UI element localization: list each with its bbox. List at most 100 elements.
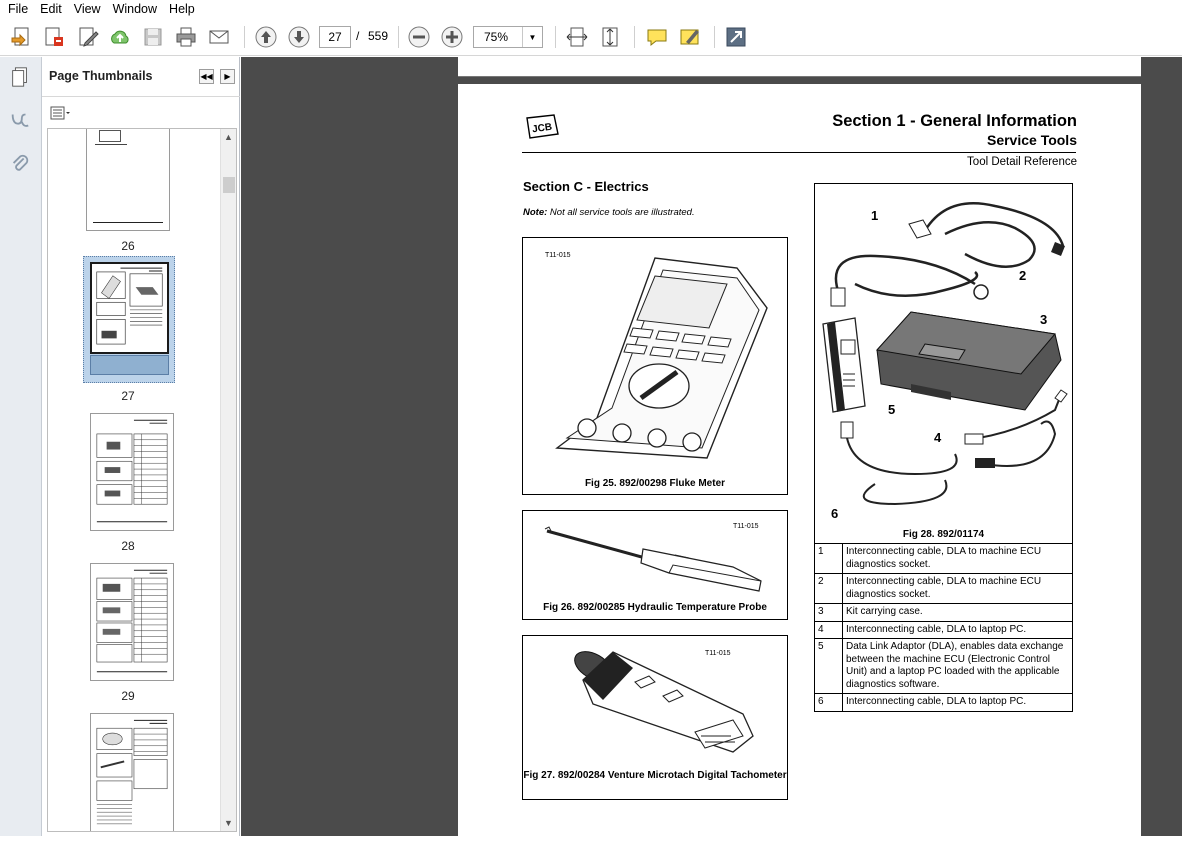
legend-text: Interconnecting cable, DLA to laptop PC. <box>842 620 1073 639</box>
page-thumbnails-icon[interactable] <box>5 62 35 92</box>
figure-caption: Fig 25. 892/00298 Fluke Meter <box>584 478 726 489</box>
dla-kit-illustration <box>822 202 1068 506</box>
jcb-logo: JCB <box>526 114 559 139</box>
figure-caption: Fig 27. 892/00284 Venture Microtach Digi… <box>523 770 787 781</box>
thumbnail-options-button[interactable] <box>50 105 76 121</box>
save-icon[interactable] <box>139 23 167 51</box>
temperature-probe-illustration <box>544 526 762 592</box>
table-row: 2 Interconnecting cable, DLA to machine E… <box>814 573 1073 604</box>
figure-caption: Fig 28. 892/01174 <box>902 529 985 540</box>
page-thumbnail[interactable] <box>90 713 174 831</box>
page-total: 559 <box>368 29 389 43</box>
note-label: Note: <box>523 207 548 218</box>
legend-number: 3 <box>814 603 843 622</box>
signatures-icon[interactable] <box>5 105 35 135</box>
table-row: 1 Interconnecting cable, DLA to machine E… <box>814 543 1073 574</box>
scrollbar-thumb[interactable] <box>223 177 235 193</box>
header-subtitle: Tool Detail Reference <box>967 156 1077 168</box>
page-thumbnail-number: 27 <box>121 389 135 403</box>
menu-window[interactable]: Window <box>107 0 163 18</box>
legend-text: Interconnecting cable, DLA to laptop PC. <box>842 693 1073 712</box>
section-title: Section C - Electrics <box>523 179 649 194</box>
document-page: JCB Section 1 - General Information Serv… <box>458 84 1141 844</box>
thumbnail-scrollbar[interactable]: ▲ ▼ <box>220 129 236 831</box>
callout-4: 4 <box>934 430 942 445</box>
menu-view[interactable]: View <box>68 0 107 18</box>
create-pdf-icon[interactable] <box>8 23 36 51</box>
menu-bar: File Edit View Window Help <box>0 0 1182 18</box>
cloud-upload-icon[interactable] <box>106 23 134 51</box>
table-row: 4 Interconnecting cable, DLA to laptop PC… <box>814 620 1073 639</box>
legend-number: 2 <box>814 573 843 604</box>
next-page-icon[interactable] <box>285 23 313 51</box>
figure-fluke-meter: T11-015 Fig 25. 892/00298 Fluke Meter <box>522 237 788 495</box>
fit-page-icon[interactable] <box>596 23 624 51</box>
zoom-value: 75% <box>484 30 509 44</box>
table-row: 6 Interconnecting cable, DLA to laptop PC… <box>814 693 1073 712</box>
scroll-up-icon[interactable]: ▲ <box>221 129 236 145</box>
callout-6: 6 <box>831 506 839 521</box>
attachments-icon[interactable] <box>5 149 35 179</box>
legend-text: Interconnecting cable, DLA to machine EC… <box>842 543 1073 574</box>
tachometer-illustration <box>574 651 754 753</box>
legend-text: Data Link Adaptor (DLA), enables data ex… <box>842 638 1073 694</box>
toolbar: 27 / 559 75% ▼ <box>0 18 1182 56</box>
print-icon[interactable] <box>172 23 200 51</box>
previous-page-icon[interactable] <box>252 23 280 51</box>
menu-file[interactable]: File <box>2 0 34 18</box>
highlight-icon[interactable] <box>676 23 704 51</box>
page-thumbnail[interactable] <box>90 413 174 531</box>
header-title: Service Tools <box>986 132 1077 148</box>
close-panel-icon[interactable]: ▶ <box>220 69 235 84</box>
callout-3: 3 <box>1040 312 1048 327</box>
page-thumbnail[interactable] <box>86 129 170 231</box>
chevron-down-icon[interactable]: ▼ <box>522 27 542 47</box>
callout-5: 5 <box>888 402 896 417</box>
expand-icon[interactable] <box>722 23 750 51</box>
figure-tachometer: T11-015 Fig 27. 892/00284 Venture Microt… <box>522 635 788 800</box>
page-thumbnail-selected[interactable] <box>90 262 169 354</box>
callout-1: 1 <box>871 208 879 223</box>
legend-number: 1 <box>814 543 843 574</box>
legend-number: 5 <box>814 638 843 694</box>
page-thumbnail[interactable] <box>90 563 174 681</box>
export-icon[interactable] <box>40 23 68 51</box>
zoom-select[interactable]: 75% ▼ <box>473 26 543 48</box>
figure-caption: Fig 26. 892/00285 Hydraulic Temperature … <box>543 602 767 613</box>
legend-number: 6 <box>814 693 843 712</box>
legend-text: Kit carrying case. <box>842 603 1073 622</box>
email-icon[interactable] <box>205 23 233 51</box>
zoom-out-icon[interactable] <box>405 23 433 51</box>
scroll-down-icon[interactable]: ▼ <box>221 815 236 831</box>
collapse-panel-icon[interactable]: ◀◀ <box>199 69 214 84</box>
legend-table: 1 Interconnecting cable, DLA to machine E… <box>814 543 1073 712</box>
menu-help[interactable]: Help <box>163 0 201 18</box>
fit-width-icon[interactable] <box>563 23 591 51</box>
thumbnail-list[interactable]: 26 27 28 29 ▲ ▼ <box>47 128 237 832</box>
thumbnail-panel-title: Page Thumbnails <box>49 69 153 83</box>
page-number-input[interactable]: 27 <box>319 26 351 48</box>
header-section: Section 1 - General Information <box>832 112 1077 130</box>
page-thumbnail-number: 28 <box>121 539 135 553</box>
zoom-in-icon[interactable] <box>438 23 466 51</box>
page-separator: / <box>356 29 360 43</box>
fluke-meter-illustration <box>555 257 768 459</box>
document-viewport[interactable]: JCB Section 1 - General Information Serv… <box>241 57 1182 844</box>
menu-edit[interactable]: Edit <box>34 0 68 18</box>
edit-icon[interactable] <box>74 23 102 51</box>
comment-icon[interactable] <box>643 23 671 51</box>
options-icon <box>50 106 70 120</box>
note-text: Not all service tools are illustrated. <box>547 207 695 218</box>
figure-dla-kit: 1 2 3 4 5 6 Fig 28. 892/01174 <box>814 183 1073 544</box>
legend-text: Interconnecting cable, DLA to machine EC… <box>842 573 1073 604</box>
thumbnail-panel: Page Thumbnails ◀◀ ▶ 26 27 28 29 ▲ ▼ <box>42 57 240 836</box>
note: Note: Not all service tools are illustra… <box>523 207 695 218</box>
thumbnail-panel-header: Page Thumbnails ◀◀ ▶ <box>42 57 240 97</box>
page-thumbnail-number: 26 <box>121 239 135 253</box>
previous-page-bottom <box>458 57 1141 77</box>
legend-number: 4 <box>814 620 843 639</box>
table-row: 5 Data Link Adaptor (DLA), enables data e… <box>814 638 1073 694</box>
table-row: 3 Kit carrying case. <box>814 603 1073 622</box>
callout-2: 2 <box>1019 268 1027 283</box>
page-thumbnail-number: 29 <box>121 689 135 703</box>
